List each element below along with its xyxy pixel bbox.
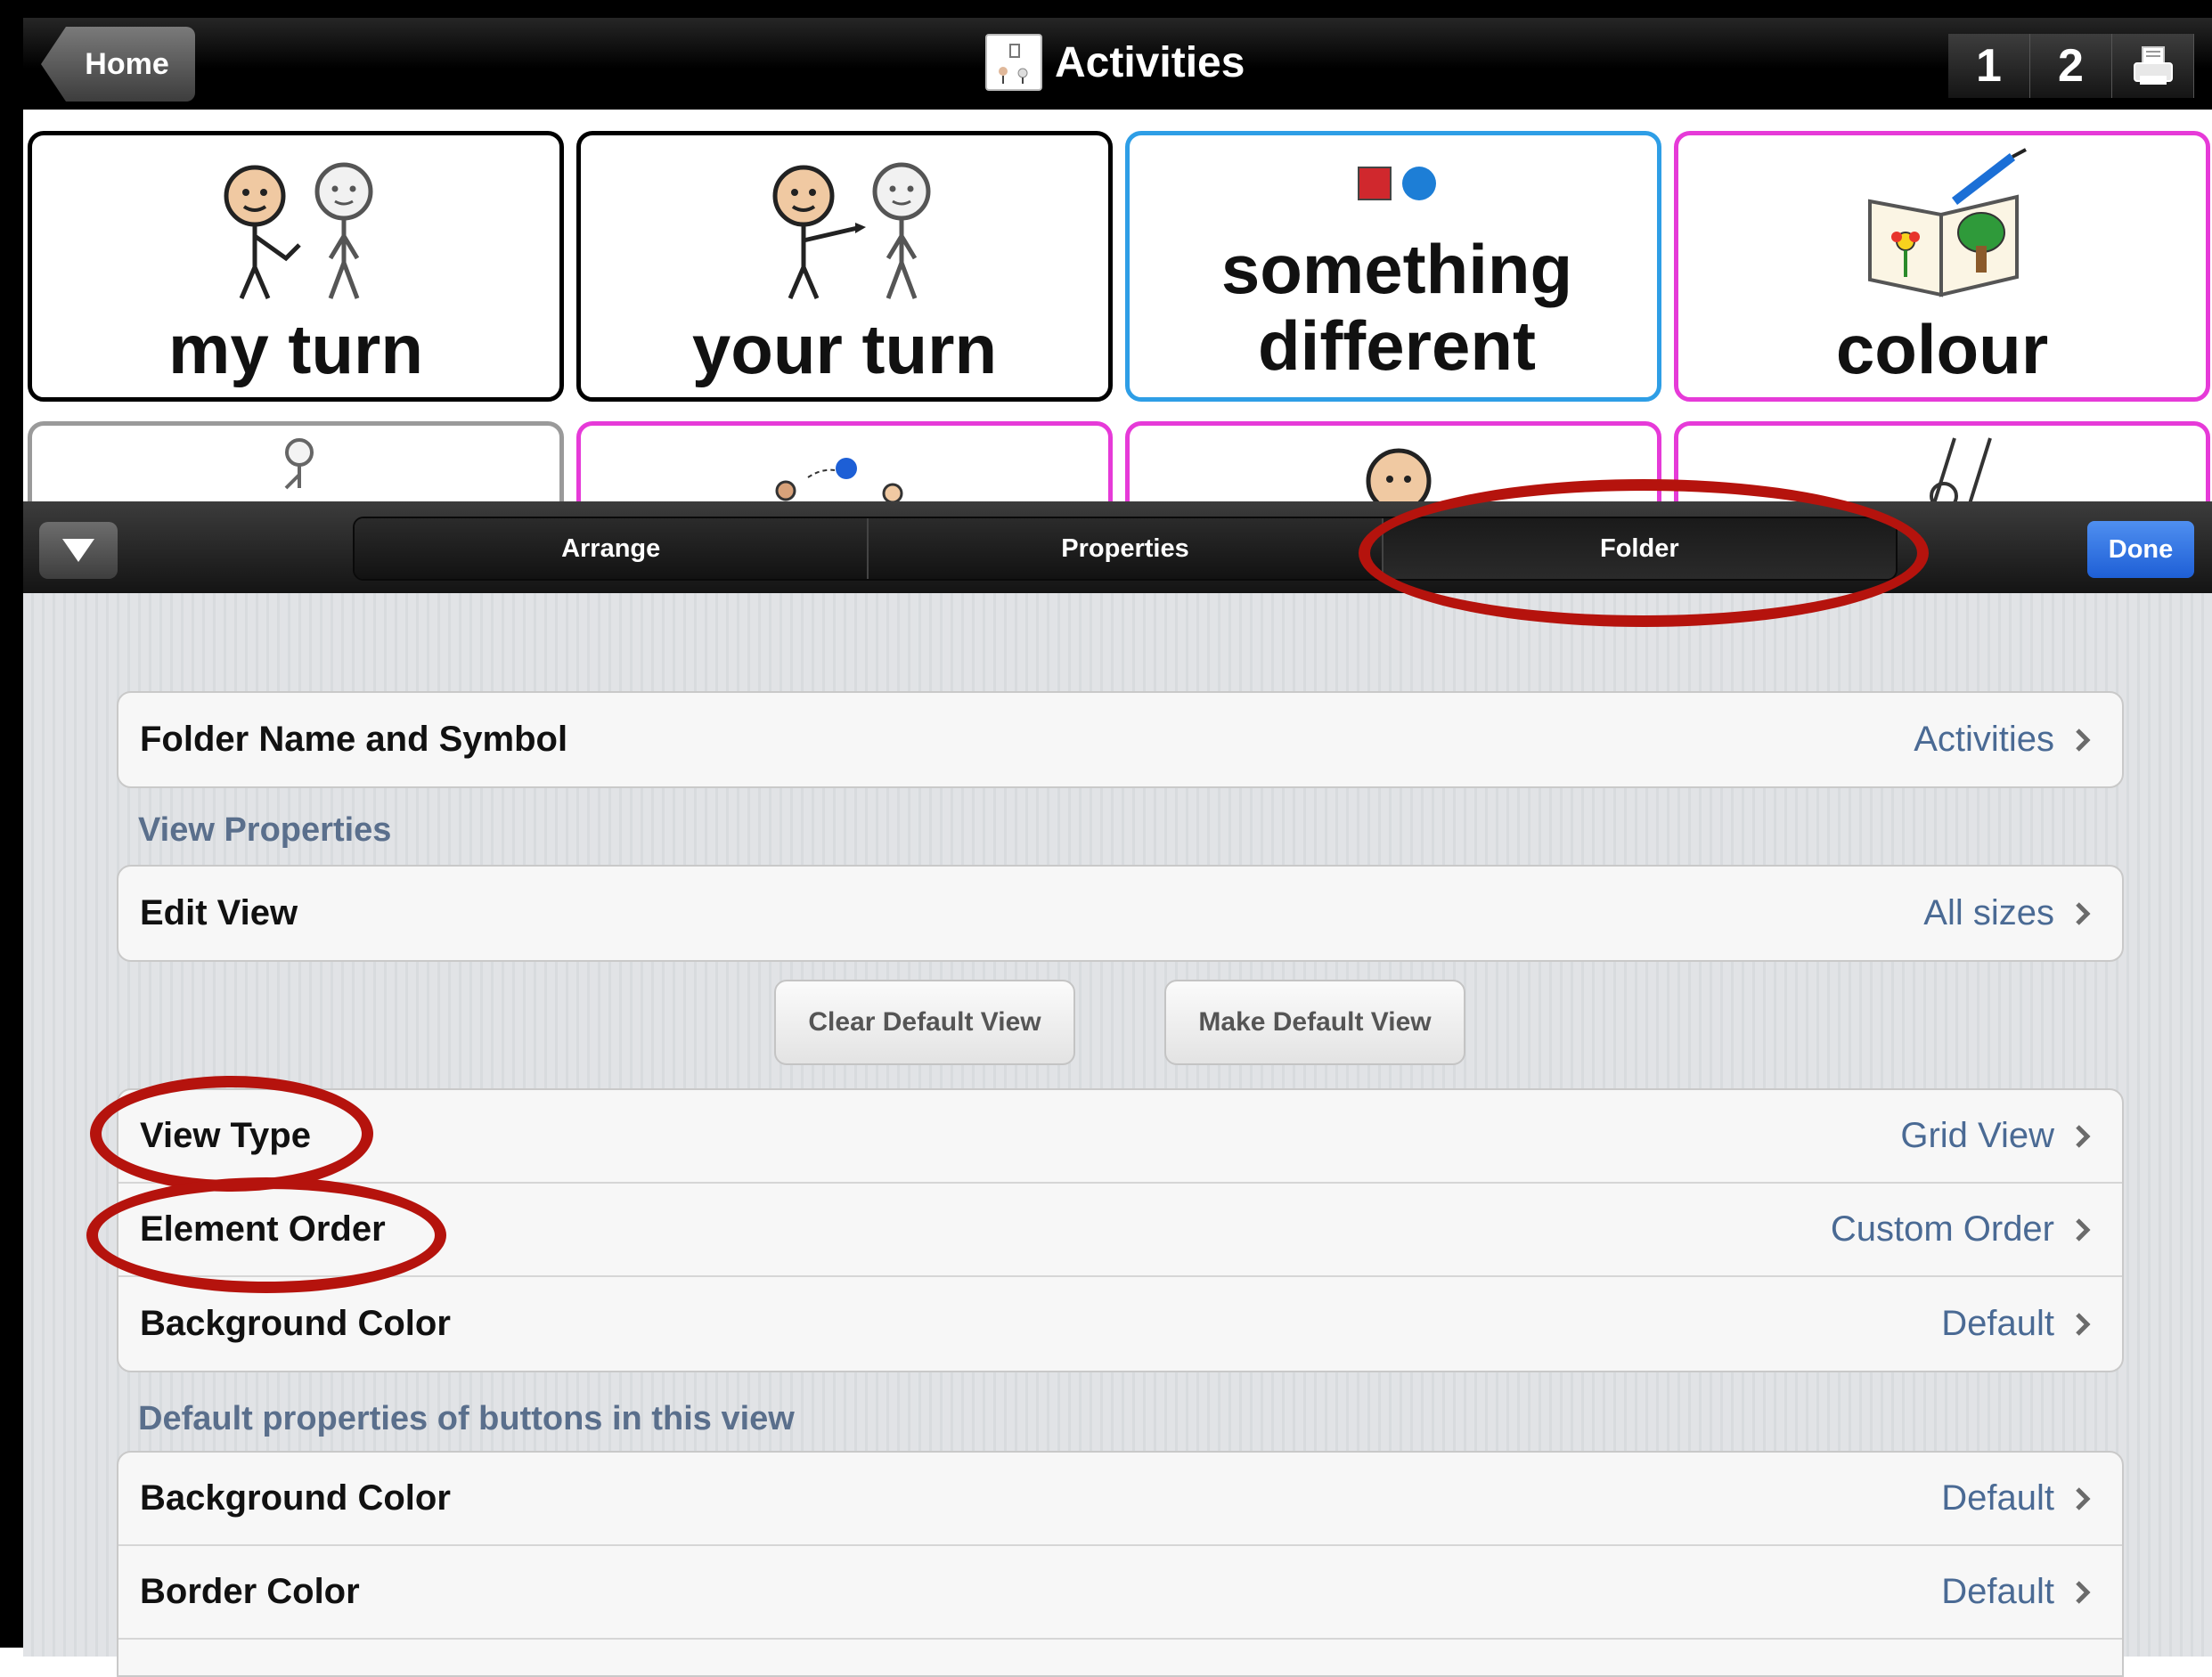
row-label: Background Color [140,1478,451,1518]
chevron-right-icon [2065,1212,2101,1248]
symbol-label: my turn [167,310,424,389]
edit-mode-segmented-control: Arrange Properties Folder [353,517,1898,581]
view-options-group: View Type Grid View Element Order Custom… [117,1088,2124,1372]
home-button[interactable]: Home [41,27,195,102]
button-defaults-header: Default properties of buttons in this vi… [138,1400,795,1437]
folder-title-text: Activities [1055,38,1245,86]
face-symbol-icon [1366,448,1432,501]
app-frame: Home Activities 1 2 my turn your turn so… [0,0,2212,1677]
row-label: Folder Name and Symbol [140,720,568,759]
chevron-right-icon [2065,1481,2101,1517]
square-circle-symbol-icon [1358,167,1436,200]
chevron-right-icon [2065,1119,2101,1154]
printer-button[interactable] [2112,34,2194,98]
row-label: Background Color [140,1304,451,1343]
chevron-right-icon [2065,896,2101,932]
row-value: Default [1941,1478,2054,1518]
row-value: Grid View [1900,1116,2054,1155]
folder-title: Activities [985,34,1245,91]
folder-settings-pane: Folder Name and Symbol Activities View P… [23,593,2212,1677]
row-label: Element Order [140,1209,386,1249]
activities-symbol-icon [985,34,1042,91]
colouring-book-symbol-icon [1868,148,2027,297]
page-2-button[interactable]: 2 [2030,34,2112,98]
symbol-button-partial[interactable] [28,421,564,501]
view-type-row[interactable]: View Type Grid View [118,1090,2122,1184]
chevron-right-icon [2065,1307,2101,1342]
row-value: Default [1941,1572,2054,1611]
done-button[interactable]: Done [2087,521,2194,578]
chevron-right-icon [2065,722,2101,758]
row-label: Border Color [140,1572,360,1611]
symbol-label: colour [1835,310,2049,389]
symbol-button-your-turn[interactable]: your turn [576,131,1113,402]
symbol-label: your turn [691,310,998,389]
symbol-button-partial[interactable] [576,421,1113,501]
person-symbol-icon [284,438,314,490]
tab-properties[interactable]: Properties [869,518,1384,579]
triangle-down-icon [62,539,94,562]
tab-folder[interactable]: Folder [1383,518,1896,579]
view-background-color-row[interactable]: Background Color Default [118,1277,2122,1371]
symbol-button-partial[interactable] [1674,421,2210,501]
edit-view-row[interactable]: Edit View All sizes [118,867,2122,960]
row-value: All sizes [1923,893,2054,932]
row-label: Edit View [140,893,298,932]
row-value: Custom Order [1830,1209,2054,1249]
row-value: Activities [1914,720,2054,759]
make-default-view-button[interactable]: Make Default View [1164,980,1465,1065]
symbol-button-my-turn[interactable]: my turn [28,131,564,402]
edit-view-group: Edit View All sizes [117,865,2124,962]
ball-game-symbol-icon [775,458,903,501]
collapse-button[interactable] [39,522,118,579]
element-order-row[interactable]: Element Order Custom Order [118,1184,2122,1277]
page-selector: 1 2 [1948,34,2194,98]
row-value: Default [1941,1304,2054,1343]
button-background-color-row[interactable]: Background Color Default [118,1453,2122,1546]
tab-arrange[interactable]: Arrange [355,518,869,579]
symbol-label: something different [1220,230,1573,386]
clear-default-view-button[interactable]: Clear Default View [774,980,1075,1065]
top-navigation-bar: Home Activities 1 2 [23,18,2212,110]
my-turn-symbol-icon [224,162,373,299]
button-border-color-row[interactable]: Border Color Default [118,1546,2122,1640]
symbol-button-partial[interactable] [1125,421,1661,501]
partial-row[interactable] [118,1640,2122,1675]
row-label: View Type [140,1116,311,1155]
view-properties-header: View Properties [138,811,392,849]
symbol-grid: my turn your turn something different co… [23,110,2212,501]
button-defaults-group: Background Color Default Border Color De… [117,1451,2124,1677]
page-1-button[interactable]: 1 [1948,34,2030,98]
your-turn-symbol-icon [772,162,931,299]
printer-icon [2133,46,2173,85]
chevron-right-icon [2065,1575,2101,1610]
symbol-button-something-different[interactable]: something different [1125,131,1661,402]
folder-name-group: Folder Name and Symbol Activities [117,691,2124,788]
symbol-button-colour[interactable]: colour [1674,131,2210,402]
folder-name-row[interactable]: Folder Name and Symbol Activities [118,693,2122,786]
drawing-symbol-icon [1930,437,1992,501]
edit-toolbar: Arrange Properties Folder Done [23,501,2212,593]
